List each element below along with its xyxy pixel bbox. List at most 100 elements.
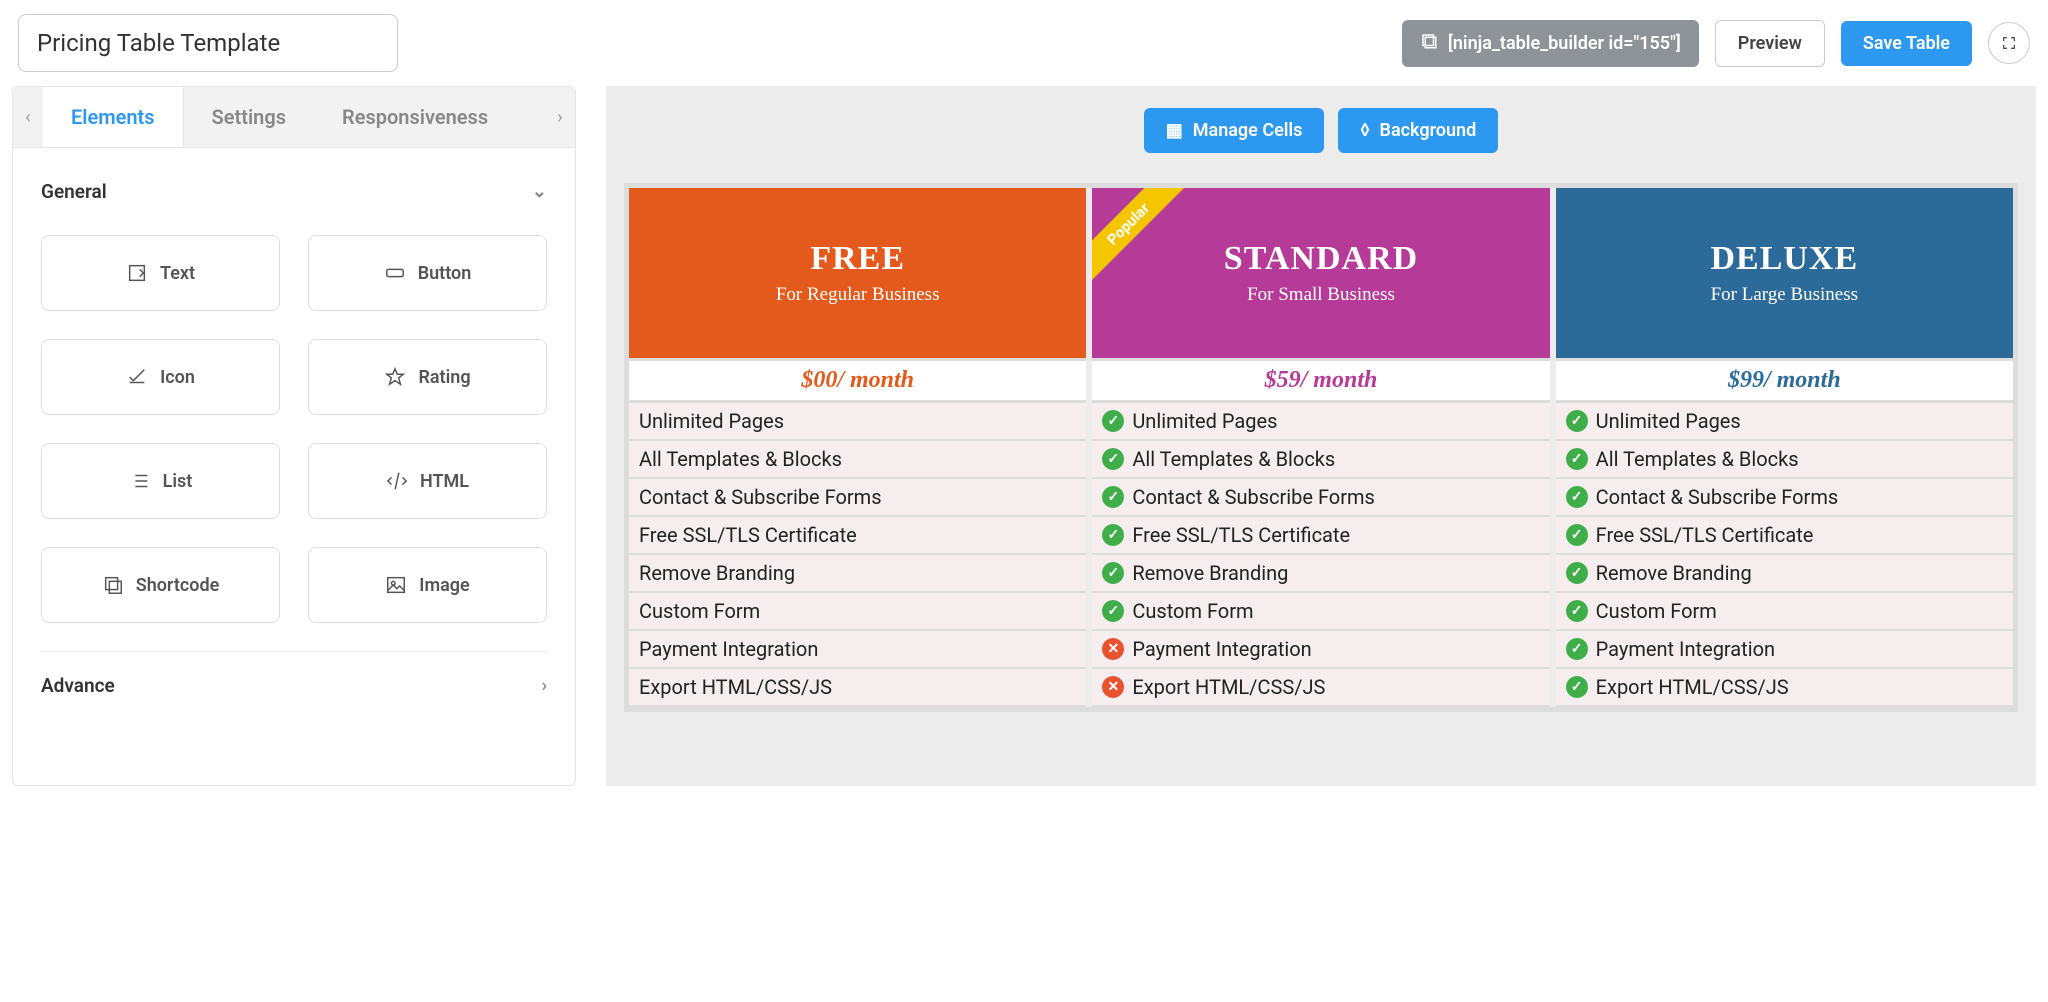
feature-row[interactable]: ✓Contact & Subscribe Forms xyxy=(1092,479,1549,517)
plan-column-free[interactable]: FREE For Regular Business $00/ month Unl… xyxy=(629,188,1086,707)
plan-tagline: For Small Business xyxy=(1247,284,1395,306)
feature-row[interactable]: ✕Export HTML/CSS/JS xyxy=(1092,669,1549,707)
check-icon: ✓ xyxy=(1566,410,1588,432)
feature-label: Free SSL/TLS Certificate xyxy=(1132,523,1350,547)
feature-label: Unlimited Pages xyxy=(1596,409,1741,433)
feature-row[interactable]: ✕Payment Integration xyxy=(1092,631,1549,669)
feature-row[interactable]: ✓ All Templates & Blocks xyxy=(1092,441,1549,479)
feature-label: Unlimited Pages xyxy=(639,409,784,433)
feature-row[interactable]: Unlimited Pages xyxy=(629,403,1086,441)
table-title-input[interactable] xyxy=(18,14,398,72)
tab-responsiveness[interactable]: Responsiveness xyxy=(314,87,516,147)
feature-label: Custom Form xyxy=(1596,599,1717,623)
shortcode-display[interactable]: [ninja_table_builder id="155"] xyxy=(1402,20,1699,67)
feature-row[interactable]: ✓Free SSL/TLS Certificate xyxy=(1556,517,2013,555)
feature-row[interactable]: Custom Form xyxy=(629,593,1086,631)
check-icon: ✓ xyxy=(1102,448,1124,470)
feature-label: Export HTML/CSS/JS xyxy=(639,675,832,699)
element-html[interactable]: HTML xyxy=(308,443,547,519)
feature-label: Free SSL/TLS Certificate xyxy=(639,523,857,547)
tab-settings[interactable]: Settings xyxy=(184,87,314,147)
sidebar-panel: ‹ Elements Settings Responsiveness › Gen… xyxy=(12,86,576,786)
plan-column-dlx[interactable]: DELUXE For Large Business $99/ month ✓ Un… xyxy=(1556,188,2013,707)
feature-row[interactable]: ✓ Custom Form xyxy=(1092,593,1549,631)
check-icon: ✓ xyxy=(1102,600,1124,622)
feature-label: Remove Branding xyxy=(639,561,795,585)
check-icon: ✓ xyxy=(1566,676,1588,698)
fullscreen-button[interactable] xyxy=(1988,22,2030,64)
section-advance-toggle[interactable]: Advance › xyxy=(41,651,547,719)
plan-tagline: For Large Business xyxy=(1711,284,1858,306)
check-icon: ✓ xyxy=(1566,448,1588,470)
plan-header-free[interactable]: FREE For Regular Business xyxy=(629,188,1086,358)
section-general-toggle[interactable]: General ⌄ xyxy=(41,158,547,225)
background-button[interactable]: ◊ Background xyxy=(1338,108,1498,153)
element-icon[interactable]: Icon xyxy=(41,339,280,415)
element-text-label: Text xyxy=(160,263,195,284)
element-shortcode-label: Shortcode xyxy=(136,575,220,596)
plan-price[interactable]: $00/ month xyxy=(629,358,1086,403)
feature-label: Custom Form xyxy=(1132,599,1253,623)
feature-row[interactable]: ✓ Unlimited Pages xyxy=(1556,403,2013,441)
feature-row[interactable]: Contact & Subscribe Forms xyxy=(629,479,1086,517)
feature-label: Unlimited Pages xyxy=(1132,409,1277,433)
element-text[interactable]: Text xyxy=(41,235,280,311)
tab-scroll-right[interactable]: › xyxy=(545,107,575,128)
plan-name: FREE xyxy=(810,240,905,278)
plan-name: STANDARD xyxy=(1224,240,1418,278)
check-icon: ✓ xyxy=(1566,600,1588,622)
feature-row[interactable]: ✓Remove Branding xyxy=(1556,555,2013,593)
feature-label: Export HTML/CSS/JS xyxy=(1132,675,1325,699)
element-html-label: HTML xyxy=(420,471,469,492)
feature-label: All Templates & Blocks xyxy=(1132,447,1335,471)
plan-price[interactable]: $99/ month xyxy=(1556,358,2013,403)
check-icon: ✓ xyxy=(1102,524,1124,546)
preview-button[interactable]: Preview xyxy=(1715,20,1825,67)
shortcode-icon xyxy=(1420,32,1438,55)
plan-header-std[interactable]: Popular STANDARD For Small Business xyxy=(1092,188,1549,358)
plan-header-dlx[interactable]: DELUXE For Large Business xyxy=(1556,188,2013,358)
tab-scroll-left[interactable]: ‹ xyxy=(13,107,43,128)
element-rating-label: Rating xyxy=(418,367,470,388)
element-list[interactable]: List xyxy=(41,443,280,519)
feature-label: Payment Integration xyxy=(639,637,818,661)
feature-label: Payment Integration xyxy=(1596,637,1775,661)
element-button-label: Button xyxy=(418,263,472,284)
pricing-table[interactable]: FREE For Regular Business $00/ month Unl… xyxy=(624,183,2018,712)
sidebar-tabs: ‹ Elements Settings Responsiveness › xyxy=(13,87,575,148)
canvas-area: ▦ Manage Cells ◊ Background FREE For Reg… xyxy=(606,86,2036,786)
feature-row[interactable]: ✓Payment Integration xyxy=(1556,631,2013,669)
feature-label: Free SSL/TLS Certificate xyxy=(1596,523,1814,547)
feature-row[interactable]: ✓ Free SSL/TLS Certificate xyxy=(1092,517,1549,555)
element-button[interactable]: Button xyxy=(308,235,547,311)
feature-label: Payment Integration xyxy=(1132,637,1311,661)
manage-cells-label: Manage Cells xyxy=(1193,120,1303,141)
feature-row[interactable]: ✓Contact & Subscribe Forms xyxy=(1556,479,2013,517)
plan-column-std[interactable]: Popular STANDARD For Small Business $59/… xyxy=(1092,188,1549,707)
feature-row[interactable]: Export HTML/CSS/JS xyxy=(629,669,1086,707)
feature-row[interactable]: Payment Integration xyxy=(629,631,1086,669)
save-table-button[interactable]: Save Table xyxy=(1841,21,1972,66)
feature-label: All Templates & Blocks xyxy=(1596,447,1799,471)
top-bar: [ninja_table_builder id="155"] Preview S… xyxy=(0,0,2048,86)
feature-row[interactable]: ✓ Export HTML/CSS/JS xyxy=(1556,669,2013,707)
element-shortcode[interactable]: Shortcode xyxy=(41,547,280,623)
element-image[interactable]: Image xyxy=(308,547,547,623)
plan-price[interactable]: $59/ month xyxy=(1092,358,1549,403)
feature-row[interactable]: Remove Branding xyxy=(629,555,1086,593)
canvas-toolbar: ▦ Manage Cells ◊ Background xyxy=(624,108,2018,153)
feature-row[interactable]: Free SSL/TLS Certificate xyxy=(629,517,1086,555)
check-icon: ✓ xyxy=(1102,562,1124,584)
feature-row[interactable]: ✓Unlimited Pages xyxy=(1092,403,1549,441)
feature-row[interactable]: All Templates & Blocks xyxy=(629,441,1086,479)
element-rating[interactable]: Rating xyxy=(308,339,547,415)
feature-label: Export HTML/CSS/JS xyxy=(1596,675,1789,699)
feature-row[interactable]: ✓Remove Branding xyxy=(1092,555,1549,593)
popular-ribbon: Popular xyxy=(1092,188,1192,288)
feature-row[interactable]: ✓ All Templates & Blocks xyxy=(1556,441,2013,479)
manage-cells-button[interactable]: ▦ Manage Cells xyxy=(1144,108,1325,153)
paint-icon: ◊ xyxy=(1360,120,1369,141)
background-label: Background xyxy=(1380,120,1477,141)
tab-elements[interactable]: Elements xyxy=(43,87,184,147)
feature-row[interactable]: ✓ Custom Form xyxy=(1556,593,2013,631)
